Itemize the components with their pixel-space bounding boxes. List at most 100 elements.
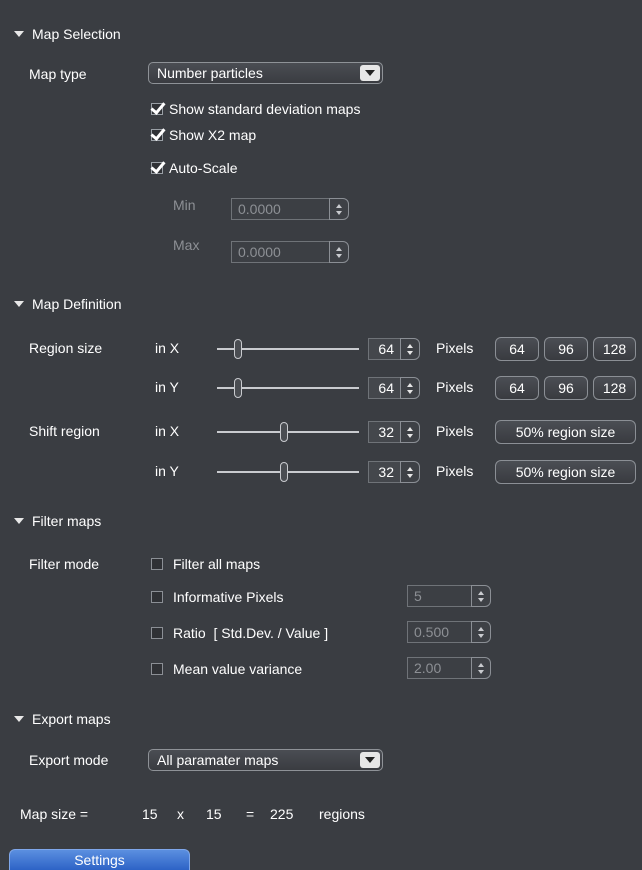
map-size-times: x — [177, 806, 184, 822]
preset-64-button[interactable]: 64 — [495, 337, 539, 361]
region-size-label: Region size — [29, 340, 103, 356]
slider-knob[interactable] — [234, 378, 242, 398]
in-y-label: in Y — [155, 463, 179, 479]
min-label: Min — [173, 197, 196, 213]
auto-scale-checkbox[interactable]: Auto-Scale — [151, 160, 237, 176]
region-x-field[interactable]: 64 — [368, 338, 400, 360]
pixels-label: Pixels — [436, 340, 474, 356]
auto-scale-label: Auto-Scale — [169, 160, 238, 176]
show-std-dev-label: Show standard deviation maps — [169, 101, 361, 117]
export-mode-dropdown[interactable]: All paramater maps — [148, 749, 383, 771]
collapse-triangle-icon[interactable] — [14, 518, 24, 524]
slider-track — [217, 431, 359, 433]
filter-maps-title: Filter maps — [32, 513, 102, 529]
pixels-label: Pixels — [436, 463, 474, 479]
checkbox-empty-icon[interactable] — [151, 663, 163, 675]
filter-maps-header[interactable]: Filter maps — [14, 513, 101, 529]
mean-variance-label: Mean value variance — [173, 661, 303, 677]
map-selection-header[interactable]: Map Selection — [14, 26, 121, 42]
shift-x-field[interactable]: 32 — [368, 421, 400, 443]
checkbox-checked-icon[interactable] — [151, 103, 163, 115]
shift-x-slider[interactable] — [217, 420, 359, 444]
pixels-label: Pixels — [436, 423, 474, 439]
region-x-slider[interactable] — [217, 337, 359, 361]
export-maps-header[interactable]: Export maps — [14, 711, 111, 727]
collapse-triangle-icon[interactable] — [14, 301, 24, 307]
region-y-field[interactable]: 64 — [368, 377, 400, 399]
show-std-dev-checkbox[interactable]: Show standard deviation maps — [151, 101, 360, 117]
mean-variance-field[interactable]: 2.00 — [407, 657, 471, 679]
pixels-label: Pixels — [436, 379, 474, 395]
collapse-triangle-icon[interactable] — [14, 716, 24, 722]
chevron-down-icon — [360, 65, 380, 81]
stepper-arrows-icon[interactable] — [329, 241, 349, 263]
chevron-down-icon — [360, 752, 380, 768]
show-x2-checkbox[interactable]: Show X2 map — [151, 127, 256, 143]
min-spinbox[interactable]: 0.0000 — [231, 198, 349, 220]
informative-pixels-field[interactable]: 5 — [407, 585, 471, 607]
map-size-y: 15 — [206, 806, 222, 822]
slider-knob[interactable] — [280, 422, 288, 442]
region-x-spinbox[interactable]: 64 — [368, 338, 420, 360]
checkbox-empty-icon[interactable] — [151, 627, 163, 639]
in-y-label: in Y — [155, 379, 179, 395]
mean-variance-spinbox[interactable]: 2.00 — [407, 657, 491, 679]
max-field[interactable]: 0.0000 — [231, 241, 329, 263]
informative-pixels-spinbox[interactable]: 5 — [407, 585, 491, 607]
export-maps-title: Export maps — [32, 711, 111, 727]
stepper-arrows-icon[interactable] — [400, 421, 420, 443]
filter-all-label: Filter all maps — [173, 556, 261, 572]
region-y-spinbox[interactable]: 64 — [368, 377, 420, 399]
mean-variance-checkbox[interactable]: Mean value variance — [151, 661, 302, 677]
half-region-size-button[interactable]: 50% region size — [495, 460, 636, 484]
settings-tab-label: Settings — [74, 852, 125, 868]
ratio-checkbox[interactable]: Ratio [ Std.Dev. / Value ] — [151, 625, 328, 641]
checkbox-checked-icon[interactable] — [151, 162, 163, 174]
shift-y-slider[interactable] — [217, 460, 359, 484]
preset-128-button[interactable]: 128 — [593, 337, 636, 361]
map-definition-header[interactable]: Map Definition — [14, 296, 122, 312]
map-type-value: Number particles — [157, 65, 263, 81]
preset-96-button[interactable]: 96 — [544, 376, 588, 400]
checkbox-checked-icon[interactable] — [151, 129, 163, 141]
show-x2-label: Show X2 map — [169, 127, 257, 143]
checkbox-empty-icon[interactable] — [151, 558, 163, 570]
slider-knob[interactable] — [234, 339, 242, 359]
stepper-arrows-icon[interactable] — [400, 338, 420, 360]
checkbox-empty-icon[interactable] — [151, 591, 163, 603]
shift-y-spinbox[interactable]: 32 — [368, 461, 420, 483]
max-spinbox[interactable]: 0.0000 — [231, 241, 349, 263]
stepper-arrows-icon[interactable] — [400, 377, 420, 399]
stepper-arrows-icon[interactable] — [471, 657, 491, 679]
stepper-arrows-icon[interactable] — [471, 621, 491, 643]
map-selection-title: Map Selection — [32, 26, 121, 42]
slider-knob[interactable] — [280, 462, 288, 482]
map-size-x: 15 — [142, 806, 158, 822]
map-size-total: 225 — [270, 806, 294, 822]
shift-y-field[interactable]: 32 — [368, 461, 400, 483]
stepper-arrows-icon[interactable] — [471, 585, 491, 607]
informative-pixels-label: Informative Pixels — [173, 589, 284, 605]
map-type-dropdown[interactable]: Number particles — [148, 62, 383, 84]
preset-96-button[interactable]: 96 — [544, 337, 588, 361]
stepper-arrows-icon[interactable] — [329, 198, 349, 220]
min-field[interactable]: 0.0000 — [231, 198, 329, 220]
preset-64-button[interactable]: 64 — [495, 376, 539, 400]
ratio-field[interactable]: 0.500 — [407, 621, 471, 643]
slider-track — [217, 471, 359, 473]
half-region-size-button[interactable]: 50% region size — [495, 420, 636, 444]
map-size-equals: = — [246, 806, 255, 822]
shift-x-spinbox[interactable]: 32 — [368, 421, 420, 443]
collapse-triangle-icon[interactable] — [14, 31, 24, 37]
region-y-slider[interactable] — [217, 376, 359, 400]
shift-region-label: Shift region — [29, 423, 100, 439]
stepper-arrows-icon[interactable] — [400, 461, 420, 483]
settings-tab[interactable]: Settings — [9, 849, 190, 870]
map-size-label: Map size = — [20, 806, 89, 822]
informative-pixels-checkbox[interactable]: Informative Pixels — [151, 589, 283, 605]
filter-all-checkbox[interactable]: Filter all maps — [151, 556, 260, 572]
ratio-spinbox[interactable]: 0.500 — [407, 621, 491, 643]
ratio-label: Ratio [ Std.Dev. / Value ] — [173, 625, 329, 641]
preset-128-button[interactable]: 128 — [593, 376, 636, 400]
export-mode-label: Export mode — [29, 752, 109, 768]
